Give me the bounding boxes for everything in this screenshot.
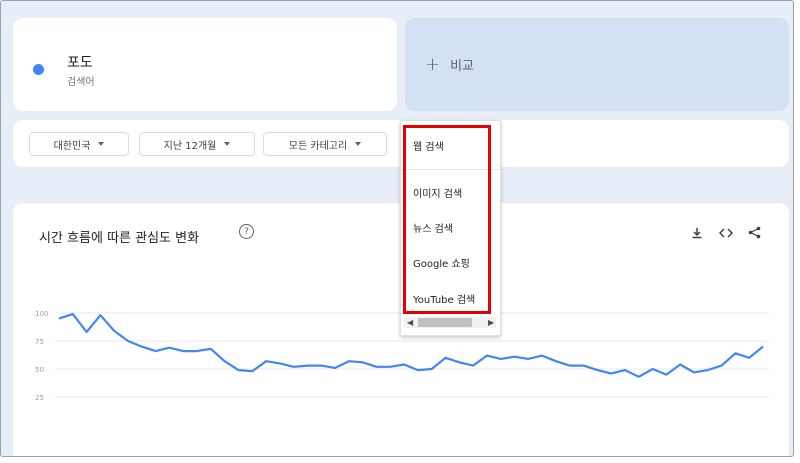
compare-button[interactable]: + 비교 bbox=[405, 18, 789, 111]
y-tick-label: 100 bbox=[35, 310, 48, 318]
term-name: 포도 bbox=[67, 55, 93, 71]
search-term-card[interactable]: 포도 검색어 bbox=[13, 18, 397, 111]
chevron-down-icon bbox=[98, 142, 105, 146]
category-filter-label: 모든 카테고리 bbox=[288, 140, 348, 152]
plus-icon: + bbox=[425, 54, 441, 75]
chevron-down-icon bbox=[355, 142, 362, 146]
time-range-filter[interactable]: 지난 12개월 bbox=[139, 132, 255, 156]
menu-item-google-shopping[interactable]: Google 쇼핑 bbox=[413, 255, 470, 270]
scrollbar-thumb[interactable] bbox=[418, 318, 472, 327]
menu-item-youtube-search[interactable]: YouTube 검색 bbox=[413, 291, 475, 306]
compare-label: 비교 bbox=[450, 59, 475, 74]
menu-item-image-search[interactable]: 이미지 검색 bbox=[413, 185, 462, 200]
y-tick-label: 50 bbox=[35, 366, 44, 374]
google-trends-page: 포도 검색어 + 비교 대한민국 지난 12개월 모든 카테고리 시간 흐름에 … bbox=[0, 0, 794, 457]
search-type-dropdown: 웹 검색 이미지 검색 뉴스 검색 Google 쇼핑 YouTube 검색 ◀… bbox=[400, 120, 501, 336]
y-tick-label: 25 bbox=[35, 394, 44, 402]
scroll-right-icon[interactable]: ▶ bbox=[488, 318, 494, 327]
region-filter[interactable]: 대한민국 bbox=[29, 132, 129, 156]
y-tick-label: 75 bbox=[35, 338, 44, 346]
chevron-down-icon bbox=[224, 142, 231, 146]
term-type-label: 검색어 bbox=[67, 77, 95, 88]
menu-item-news-search[interactable]: 뉴스 검색 bbox=[413, 220, 453, 235]
menu-divider bbox=[401, 169, 500, 170]
region-filter-label: 대한민국 bbox=[53, 140, 91, 152]
time-range-filter-label: 지난 12개월 bbox=[163, 140, 217, 152]
term-color-dot bbox=[33, 64, 44, 75]
category-filter[interactable]: 모든 카테고리 bbox=[263, 132, 387, 156]
menu-item-web-search[interactable]: 웹 검색 bbox=[413, 138, 444, 153]
horizontal-scrollbar[interactable]: ◀ ▶ bbox=[404, 317, 496, 328]
scroll-left-icon[interactable]: ◀ bbox=[407, 318, 413, 327]
